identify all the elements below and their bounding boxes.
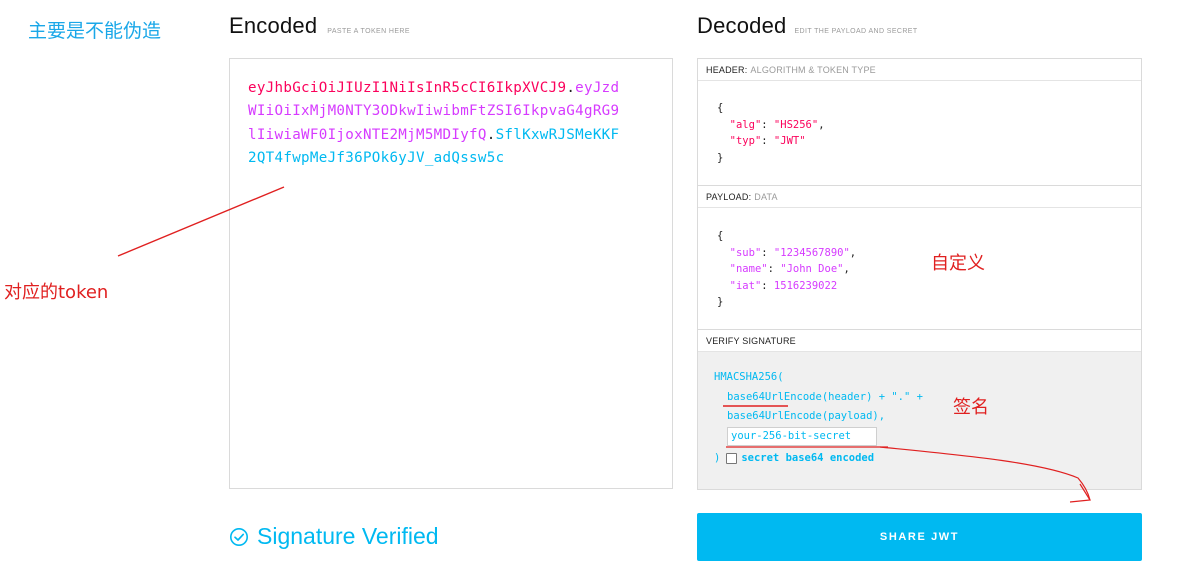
typ-key: "typ"	[729, 135, 762, 147]
decoded-panel: HEADER: ALGORITHM & TOKEN TYPE { "alg": "…	[697, 58, 1142, 490]
signature-verified-status: Signature Verified	[229, 523, 439, 550]
encoded-subtitle: PASTE A TOKEN HERE	[327, 28, 410, 35]
encoded-token-textarea[interactable]: eyJhbGciOiJIUzI1NiIsInR5cCI6IkpXVCJ9.eyJ…	[229, 58, 673, 489]
decoded-title: Decoded	[697, 13, 787, 38]
secret-input[interactable]: your-256-bit-secret	[727, 427, 877, 446]
alg-value: "HS256"	[773, 118, 819, 131]
base64-option-row: ) secret base64 encoded	[714, 452, 874, 464]
close-paren: )	[714, 452, 721, 464]
iat-key: "iat"	[729, 279, 762, 292]
verify-section-title: VERIFY SIGNATURE	[698, 330, 1141, 352]
typ-value: "JWT"	[773, 135, 806, 147]
payload-label: PAYLOAD:	[706, 192, 752, 202]
encoded-title: Encoded	[229, 13, 318, 38]
alg-key: "alg"	[729, 118, 762, 131]
header-label: HEADER:	[706, 65, 748, 75]
check-circle-icon	[230, 527, 248, 546]
payload-sublabel: DATA	[754, 192, 778, 202]
hmac-line: HMACSHA256(	[714, 371, 784, 383]
header-sublabel: ALGORITHM & TOKEN TYPE	[750, 65, 876, 75]
verify-label: VERIFY SIGNATURE	[706, 336, 796, 346]
payload-json-editor[interactable]: { "sub": "1234567890", "name": "John Doe…	[717, 228, 856, 311]
header-encode-line: base64UrlEncode(header) + "." +	[727, 391, 923, 403]
signature-verified-text: Signature Verified	[257, 523, 439, 549]
annotation-not-forgeable: 主要是不能伪造	[28, 20, 162, 42]
payload-encode-line: base64UrlEncode(payload),	[727, 410, 886, 422]
annotation-token: 对应的token	[4, 282, 109, 303]
header-json-editor[interactable]: { "alg": "HS256", "typ": "JWT" }	[717, 100, 825, 166]
token-dot: .	[566, 80, 576, 96]
sub-key: "sub"	[729, 246, 762, 259]
brace-open: {	[717, 102, 724, 114]
encoded-heading: Encoded PASTE A TOKEN HERE	[229, 13, 410, 39]
decoded-subtitle: EDIT THE PAYLOAD AND SECRET	[794, 28, 918, 35]
annotation-signature: 签名	[953, 397, 989, 418]
token-dot: .	[486, 126, 496, 143]
decoded-heading: Decoded EDIT THE PAYLOAD AND SECRET	[697, 13, 918, 39]
encoded-token-text[interactable]: eyJhbGciOiJIUzI1NiIsInR5cCI6IkpXVCJ9.eyJ…	[248, 77, 628, 171]
verify-signature-area: HMACSHA256( base64UrlEncode(header) + ".…	[698, 352, 1141, 489]
name-key: "name"	[729, 263, 768, 275]
secret-base64-label[interactable]: secret base64 encoded	[741, 452, 874, 464]
sub-value: "1234567890"	[773, 246, 850, 259]
name-value: "John Doe"	[780, 263, 844, 275]
payload-section-title: PAYLOAD: DATA	[698, 186, 1141, 208]
brace-open: {	[717, 230, 724, 242]
brace-close: }	[717, 151, 724, 164]
brace-close: }	[717, 296, 724, 308]
share-jwt-button[interactable]: SHARE JWT	[697, 513, 1142, 561]
annotation-custom: 自定义	[931, 253, 985, 274]
iat-value: 1516239022	[773, 279, 838, 292]
header-section-title: HEADER: ALGORITHM & TOKEN TYPE	[698, 59, 1141, 81]
secret-base64-checkbox[interactable]	[726, 452, 738, 464]
token-header-part: eyJhbGciOiJIUzI1NiIsInR5cCI6IkpXVCJ9	[248, 80, 567, 96]
